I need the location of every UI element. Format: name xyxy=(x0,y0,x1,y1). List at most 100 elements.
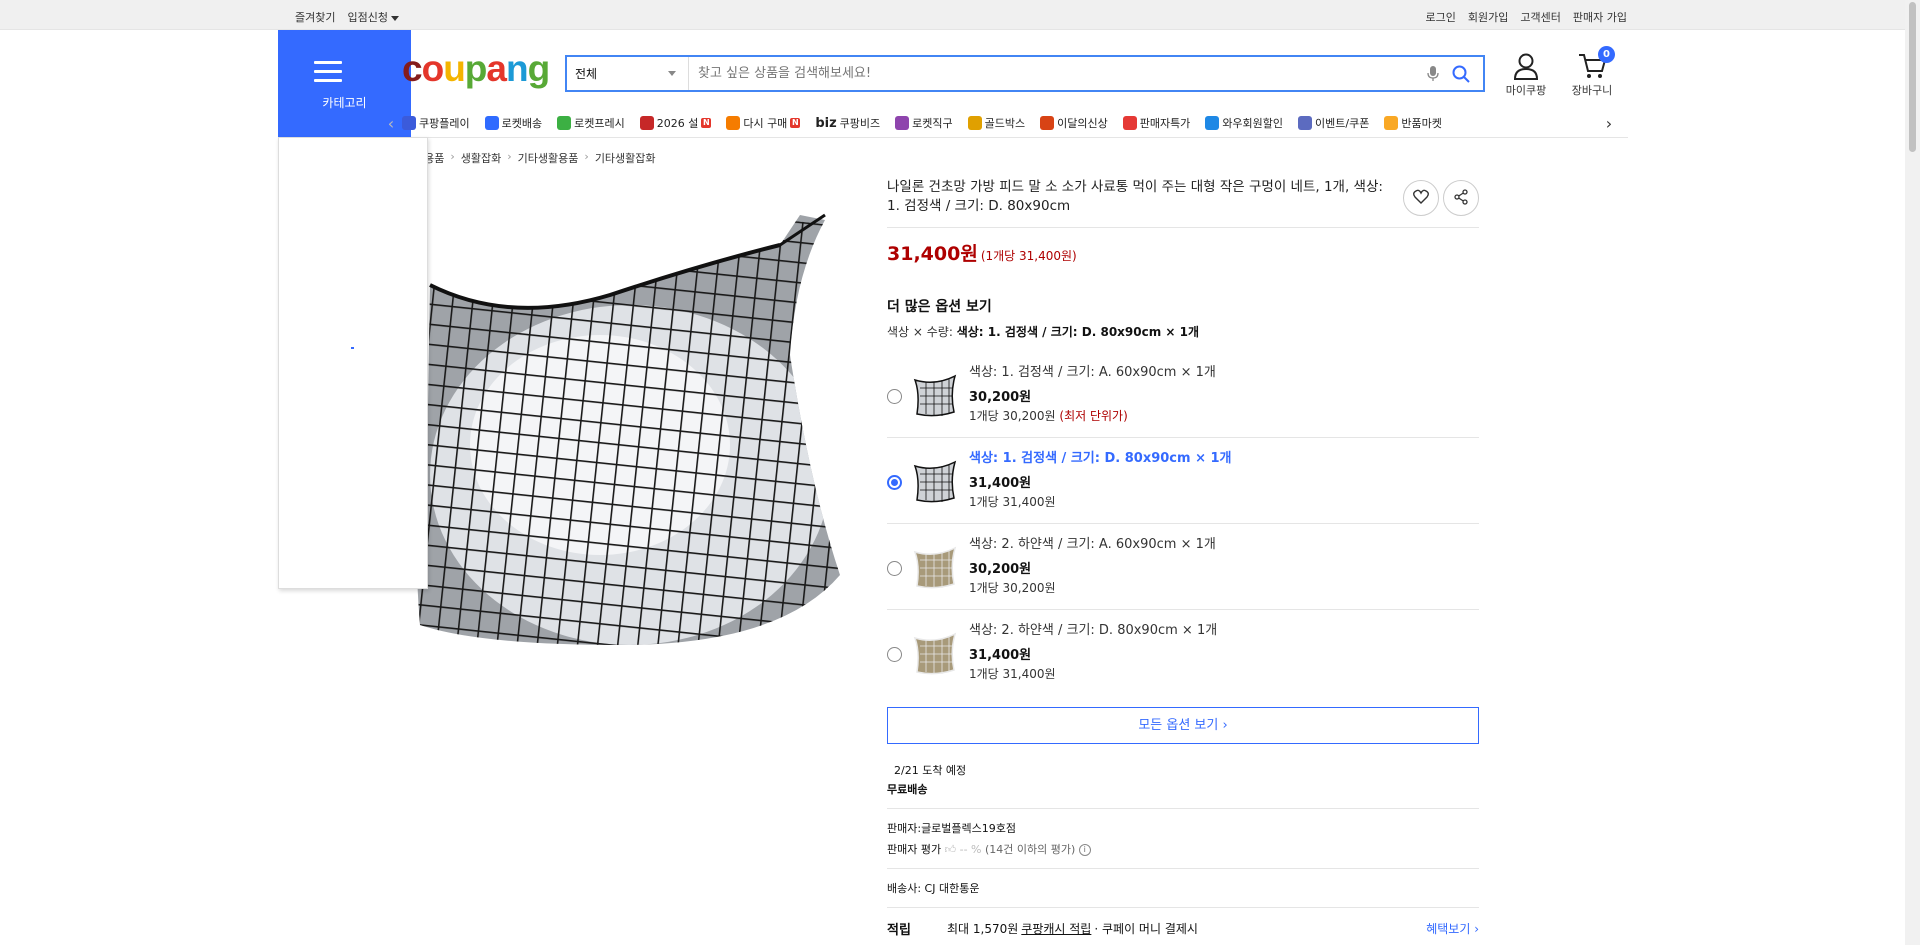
wishlist-button[interactable] xyxy=(1403,180,1439,216)
category-nav: ‹ 쿠팡플레이 로켓배송 로켓프레시 2026 설 N 다시 구매 Nbiz 쿠팡비즈 로켓직구… xyxy=(380,110,1620,136)
more-options-heading: 더 많은 옵션 보기 xyxy=(887,299,992,315)
chevron-right-icon[interactable]: › xyxy=(1598,114,1620,133)
category-nav-label: 2026 설 xyxy=(656,117,699,130)
hamburger-icon xyxy=(314,61,342,88)
category-nav-icon xyxy=(639,116,654,130)
seller-signup-link[interactable]: 판매자 가입 xyxy=(1573,9,1627,25)
mycoupang-button[interactable]: 마이쿠팡 xyxy=(1500,52,1552,98)
scrollbar-thumb[interactable] xyxy=(1909,2,1916,152)
category-nav-icon xyxy=(726,116,741,130)
divider xyxy=(887,868,1479,869)
category-nav-item[interactable]: 로켓직구 xyxy=(895,115,953,131)
option-name: 색상: 1. 검정색 / 크기: A. 60x90cm × 1개 xyxy=(969,365,1216,380)
option-unit-price: 1개당 31,400원 xyxy=(969,493,1232,510)
cart-button[interactable]: 0 장바구니 xyxy=(1566,46,1618,98)
breadcrumb-item[interactable]: 생활잡화 xyxy=(461,150,501,166)
option-radio[interactable] xyxy=(887,561,902,576)
points-row: 적립 최대 1,570원 쿠팡캐시 적립 · 쿠페이 머니 결제시 혜택보기 › xyxy=(887,919,1479,938)
search-input[interactable] xyxy=(689,57,1423,90)
product-price: 31,400원 (1개당 31,400원) xyxy=(887,239,1479,266)
option-item[interactable]: 색상: 1. 검정색 / 크기: D. 80x90cm × 1개 31,400원 1… xyxy=(887,438,1479,524)
option-list: 색상: 1. 검정색 / 크기: A. 60x90cm × 1개 30,200원 1… xyxy=(887,352,1479,696)
category-nav-item[interactable]: 로켓배송 xyxy=(484,115,542,131)
microphone-icon[interactable] xyxy=(1423,64,1443,84)
category-nav-label: 이달의신상 xyxy=(1057,117,1108,130)
category-nav-icon xyxy=(484,116,499,130)
chevron-down-icon xyxy=(668,71,676,76)
category-nav-item[interactable]: 반품마켓 xyxy=(1384,115,1442,131)
category-nav-icon xyxy=(1384,116,1399,130)
category-nav-item[interactable]: 와우회원할인 xyxy=(1205,115,1283,131)
carrier-info: 배송사: CJ 대한통운 xyxy=(887,882,980,895)
option-item[interactable]: 색상: 2. 하얀색 / 크기: A. 60x90cm × 1개 30,200원 1… xyxy=(887,524,1479,610)
option-item[interactable]: 색상: 1. 검정색 / 크기: A. 60x90cm × 1개 30,200원 1… xyxy=(887,352,1479,438)
search-category-select[interactable]: 전체 xyxy=(567,57,689,90)
category-nav-item[interactable]: 이달의신상 xyxy=(1040,115,1108,131)
category-nav-item[interactable]: 판매자특가 xyxy=(1122,115,1190,131)
new-badge: N xyxy=(790,118,801,128)
option-thumbnail xyxy=(912,632,958,676)
seller-rating-label: 판매자 평가 xyxy=(887,843,942,856)
seller-rating-note: (14건 이하의 평가) xyxy=(985,843,1076,856)
category-label: 카테고리 xyxy=(322,96,367,110)
search-bar: 전체 xyxy=(565,55,1485,92)
category-nav-label: 반품마켓 xyxy=(1401,117,1442,130)
selection-summary: 색상 × 수량: 색상: 1. 검정색 / 크기: D. 80x90cm × 1… xyxy=(887,323,1479,340)
option-unit-value: 1개당 30,200원 xyxy=(969,409,1056,423)
category-nav-item[interactable]: 로켓프레시 xyxy=(557,115,625,131)
category-nav-item[interactable]: 이벤트/쿠폰 xyxy=(1298,115,1369,131)
breadcrumb-item[interactable]: 기타생활잡화 xyxy=(595,150,656,166)
search-category-value: 전체 xyxy=(575,67,598,81)
option-radio[interactable] xyxy=(887,475,902,490)
selection-label: 색상 × 수량: xyxy=(887,325,953,339)
search-icon[interactable] xyxy=(1449,62,1473,86)
price-value: 31,400원 xyxy=(887,243,978,265)
user-icon xyxy=(1500,52,1552,82)
option-unit-price: 1개당 30,200원 xyxy=(969,579,1216,596)
category-nav-icon xyxy=(895,116,910,130)
info-icon[interactable]: i xyxy=(1078,844,1091,856)
option-name: 색상: 2. 하얀색 / 크기: A. 60x90cm × 1개 xyxy=(969,537,1216,552)
category-nav-item[interactable]: biz 쿠팡비즈 xyxy=(815,115,880,131)
chevron-left-icon[interactable]: ‹ xyxy=(380,114,402,133)
unit-price: (1개당 31,400원) xyxy=(980,249,1077,263)
option-item[interactable]: 색상: 2. 하얀색 / 크기: D. 80x90cm × 1개 31,400원 1… xyxy=(887,610,1479,696)
bookmark-link[interactable]: 즐겨찾기 xyxy=(295,9,335,25)
new-badge: N xyxy=(701,118,712,128)
loading-indicator xyxy=(351,347,354,349)
signup-link[interactable]: 회원가입 xyxy=(1468,9,1508,25)
page-scrollbar[interactable] xyxy=(1905,0,1920,945)
divider xyxy=(887,808,1479,809)
customer-center-link[interactable]: 고객센터 xyxy=(1520,9,1560,25)
category-nav-label: 와우회원할인 xyxy=(1222,117,1284,130)
login-link[interactable]: 로그인 xyxy=(1426,9,1456,25)
shipping-info: 2/21 도착 예정 무료배송 xyxy=(887,762,1479,797)
product-image xyxy=(400,205,870,655)
product-title: 나일론 건초망 가방 피드 말 소 소가 사료통 먹이 주는 대형 작은 구멍이… xyxy=(887,179,1383,214)
all-options-button[interactable]: 모든 옵션 보기 › xyxy=(887,707,1479,744)
category-nav-item[interactable]: 쿠팡플레이 xyxy=(402,115,470,131)
benefit-link[interactable]: 혜택보기 › xyxy=(1426,920,1479,937)
seller-info: 판매자:글로벌플렉스19호점 판매자 평가 👍︎ -- % (14건 이하의 평… xyxy=(887,820,1479,857)
option-radio[interactable] xyxy=(887,647,902,662)
category-nav-icon xyxy=(1205,116,1220,130)
category-nav-label: 골드박스 xyxy=(984,117,1026,130)
share-button[interactable] xyxy=(1443,180,1479,216)
category-nav-icon xyxy=(402,116,416,130)
divider xyxy=(887,907,1479,908)
option-price: 31,400원 xyxy=(969,648,1032,663)
option-unit-price: 1개당 30,200원 (최저 단위가) xyxy=(969,407,1216,424)
points-suffix: · 쿠페이 머니 결제시 xyxy=(1094,922,1198,936)
option-radio[interactable] xyxy=(887,389,902,404)
option-unit-value: 1개당 31,400원 xyxy=(969,667,1056,681)
category-nav-item[interactable]: 2026 설N xyxy=(639,115,712,131)
coupang-logo[interactable]: coupang xyxy=(402,48,550,90)
coupang-cash-link[interactable]: 쿠팡캐시 적립 xyxy=(1021,920,1091,937)
seller-name[interactable]: 판매자:글로벌플렉스19호점 xyxy=(887,820,1479,836)
category-nav-icon xyxy=(1298,116,1313,130)
category-nav-item[interactable]: 골드박스 xyxy=(967,115,1026,131)
breadcrumb-item[interactable]: 기타생활용품 xyxy=(518,150,579,166)
store-apply-link[interactable]: 입점신청 xyxy=(347,9,399,25)
category-nav-item[interactable]: 다시 구매 N xyxy=(726,115,801,131)
free-shipping-label: 무료배송 xyxy=(887,783,928,796)
